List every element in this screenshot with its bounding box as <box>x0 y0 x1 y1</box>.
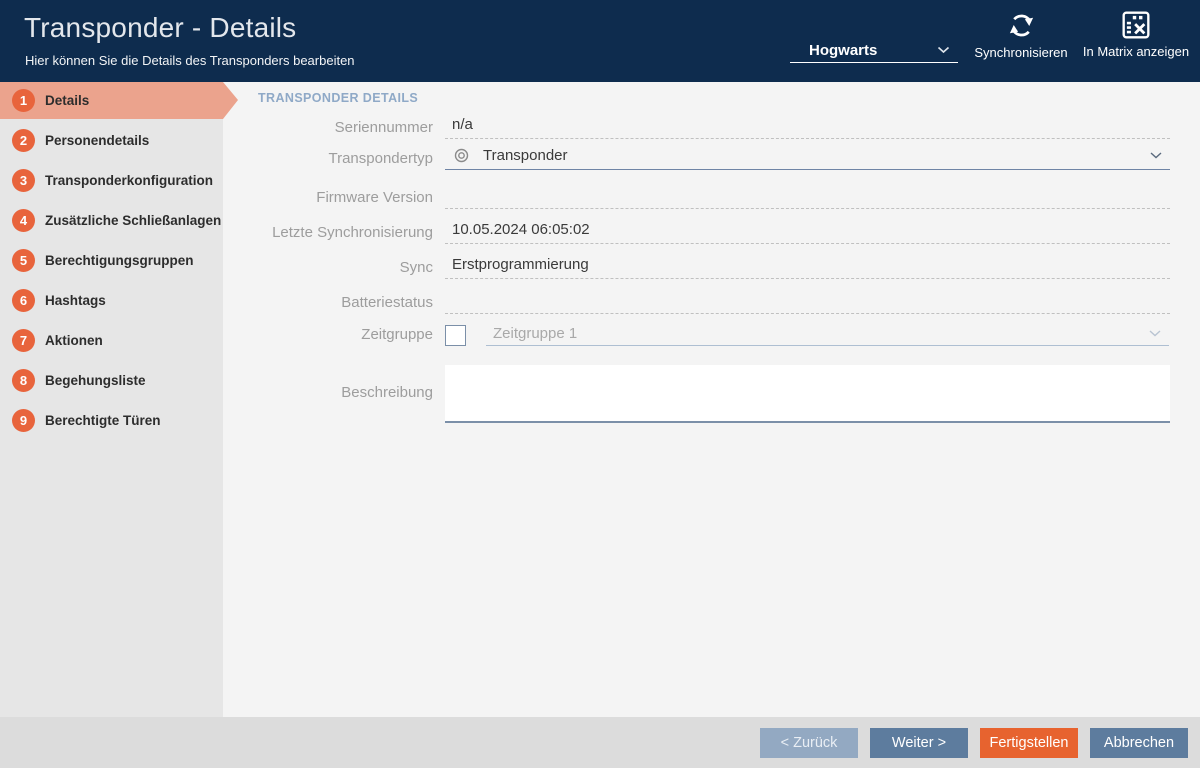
transpondertyp-label: Transpondertyp <box>223 150 433 170</box>
field-row-transpondertyp: Transpondertyp Transponder <box>223 146 1170 170</box>
batteriestatus-label: Batteriestatus <box>223 294 433 314</box>
sidebar-item-begehungsliste[interactable]: 8 Begehungsliste <box>0 362 223 399</box>
page-subtitle: Hier können Sie die Details des Transpon… <box>25 53 355 68</box>
page-title: Transponder - Details <box>24 12 296 44</box>
beschreibung-label: Beschreibung <box>223 384 433 404</box>
sidebar-item-label: Hashtags <box>45 293 106 308</box>
transponder-icon <box>454 148 469 163</box>
sidebar-item-personendetails[interactable]: 2 Personendetails <box>0 122 223 159</box>
step-number-badge: 1 <box>12 89 35 112</box>
step-number-badge: 5 <box>12 249 35 272</box>
chevron-down-icon <box>1150 152 1166 159</box>
firmware-value <box>445 185 1170 209</box>
footer: < Zurück Weiter > Fertigstellen Abbreche… <box>0 717 1200 768</box>
field-row-sync: Sync Erstprogrammierung <box>223 255 1170 279</box>
zeitgruppe-checkbox[interactable] <box>445 325 466 346</box>
sidebar-item-label: Personendetails <box>45 133 149 148</box>
sync-icon <box>965 10 1077 41</box>
field-row-firmware: Firmware Version <box>223 185 1170 209</box>
sync-value: Erstprogrammierung <box>445 255 1170 279</box>
chevron-down-icon <box>937 46 950 54</box>
sidebar-item-transponderkonfiguration[interactable]: 3 Transponderkonfiguration <box>0 162 223 199</box>
cancel-button[interactable]: Abbrechen <box>1090 728 1188 758</box>
header: Transponder - Details Hier können Sie di… <box>0 0 1200 82</box>
sidebar-item-details[interactable]: 1 Details <box>0 82 223 119</box>
app-window: Transponder - Details Hier können Sie di… <box>0 0 1200 768</box>
main-panel: TRANSPONDER DETAILS Seriennummer n/a Tra… <box>223 82 1200 717</box>
sidebar-item-label: Details <box>45 93 89 108</box>
show-in-matrix-button[interactable]: In Matrix anzeigen <box>1078 10 1194 61</box>
beschreibung-textarea[interactable] <box>445 365 1170 423</box>
sidebar: 1 Details 2 Personendetails 3 Transponde… <box>0 82 223 717</box>
field-row-letzte-synchronisierung: Letzte Synchronisierung 10.05.2024 06:05… <box>223 220 1170 244</box>
section-title: TRANSPONDER DETAILS <box>258 91 418 105</box>
seriennummer-label: Seriennummer <box>223 119 433 139</box>
sidebar-item-label: Berechtigungsgruppen <box>45 253 194 268</box>
sidebar-item-label: Berechtigte Türen <box>45 413 161 428</box>
sidebar-item-label: Begehungsliste <box>45 373 146 388</box>
step-number-badge: 6 <box>12 289 35 312</box>
sidebar-item-zusaetzliche-schliessanlagen[interactable]: 4 Zusätzliche Schließanlagen <box>0 202 223 239</box>
field-row-zeitgruppe: Zeitgruppe Zeitgruppe 1 <box>223 325 1170 346</box>
synchronize-button[interactable]: Synchronisieren <box>965 10 1077 62</box>
field-row-seriennummer: Seriennummer n/a <box>223 115 1170 139</box>
seriennummer-value: n/a <box>445 115 1170 139</box>
zeitgruppe-value: Zeitgruppe 1 <box>493 325 577 342</box>
sidebar-item-berechtigungsgruppen[interactable]: 5 Berechtigungsgruppen <box>0 242 223 279</box>
step-number-badge: 9 <box>12 409 35 432</box>
batteriestatus-value <box>445 290 1170 314</box>
step-number-badge: 4 <box>12 209 35 232</box>
sidebar-item-label: Aktionen <box>45 333 103 348</box>
next-button[interactable]: Weiter > <box>870 728 968 758</box>
field-row-beschreibung: Beschreibung <box>223 365 1170 423</box>
sync-label: Sync <box>223 259 433 279</box>
step-number-badge: 3 <box>12 169 35 192</box>
letzte-synchronisierung-value: 10.05.2024 06:05:02 <box>445 220 1170 244</box>
sidebar-item-label: Zusätzliche Schließanlagen <box>45 213 221 228</box>
firmware-label: Firmware Version <box>223 189 433 209</box>
sidebar-item-label: Transponderkonfiguration <box>45 173 213 188</box>
chevron-down-icon <box>1149 330 1165 337</box>
matrix-icon <box>1078 10 1194 40</box>
sidebar-item-hashtags[interactable]: 6 Hashtags <box>0 282 223 319</box>
letzte-synchronisierung-label: Letzte Synchronisierung <box>223 224 433 244</box>
step-number-badge: 8 <box>12 369 35 392</box>
project-selector[interactable]: Hogwarts <box>790 38 958 63</box>
show-in-matrix-label: In Matrix anzeigen <box>1083 44 1189 59</box>
transpondertyp-select[interactable]: Transponder <box>445 146 1170 170</box>
zeitgruppe-label: Zeitgruppe <box>223 326 433 346</box>
back-button[interactable]: < Zurück <box>760 728 858 758</box>
synchronize-label: Synchronisieren <box>974 45 1067 60</box>
zeitgruppe-select: Zeitgruppe 1 <box>486 325 1169 346</box>
step-number-badge: 7 <box>12 329 35 352</box>
step-number-badge: 2 <box>12 129 35 152</box>
transpondertyp-value: Transponder <box>483 147 568 164</box>
sidebar-item-aktionen[interactable]: 7 Aktionen <box>0 322 223 359</box>
finish-button[interactable]: Fertigstellen <box>980 728 1078 758</box>
project-selector-value: Hogwarts <box>809 42 877 59</box>
field-row-batteriestatus: Batteriestatus <box>223 290 1170 314</box>
sidebar-item-berechtigte-tueren[interactable]: 9 Berechtigte Türen <box>0 402 223 439</box>
